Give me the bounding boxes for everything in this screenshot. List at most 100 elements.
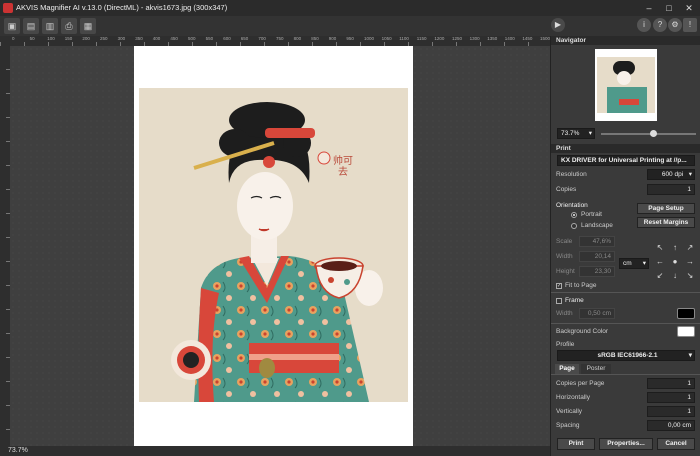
align-top-right-icon[interactable]: ↗: [685, 243, 695, 253]
background-color-label: Background Color: [556, 328, 609, 335]
ruler-tick-label: 850: [311, 36, 319, 41]
settings-panel: Navigator 73.7% ▾ Print KX DRIVER for Un…: [550, 36, 700, 456]
align-bottom-right-icon[interactable]: ↘: [685, 271, 695, 281]
ruler-tick-label: 550: [205, 36, 214, 41]
chevron-down-icon: ▾: [688, 352, 692, 359]
width-field[interactable]: 20,14: [579, 251, 615, 262]
fit-to-page-label: Fit to Page: [565, 282, 597, 289]
spacing-field[interactable]: 0,00 cm: [647, 420, 695, 431]
zoom-select[interactable]: 73.7% ▾: [557, 128, 595, 139]
ruler-tick-label: 1400: [504, 36, 515, 41]
align-left-icon[interactable]: ←: [655, 257, 665, 267]
ruler-tick-label: 1450: [522, 36, 533, 41]
properties-button[interactable]: Properties...: [599, 438, 653, 450]
toolbar: ▣ ▤ ▥ ⎙ ▦ ▶ i ? ⚙ !: [0, 16, 700, 36]
ruler-tick-label: 1200: [434, 36, 445, 41]
copies-field[interactable]: 1: [647, 184, 695, 195]
reset-margins-button[interactable]: Reset Margins: [637, 217, 695, 228]
horizontally-field[interactable]: 1: [647, 392, 695, 403]
profile-select-value: sRGB IEC61966-2.1: [597, 352, 658, 359]
horizontal-ruler: 0 50 100 150 200 250 300 350 400 450 500 550 600 650 7…: [0, 36, 550, 46]
align-bottom-icon[interactable]: ↓: [670, 271, 680, 281]
align-center-icon[interactable]: ●: [670, 257, 680, 267]
tab-page[interactable]: Page: [555, 364, 579, 374]
run-icon[interactable]: ▶: [551, 18, 565, 32]
profile-label: Profile: [556, 341, 575, 348]
ruler-tick-label: 1000: [364, 36, 375, 41]
resolution-select-value: 600 dpi: [661, 171, 684, 178]
ruler-tick-label: 0: [12, 36, 15, 41]
save-icon[interactable]: ▤: [23, 18, 39, 34]
copies-per-page-field[interactable]: 1: [647, 378, 695, 389]
ruler-tick-label: 750: [276, 36, 284, 41]
unit-select[interactable]: cm ▾: [619, 258, 649, 269]
zoom-slider-thumb[interactable]: [650, 130, 658, 137]
settings-icon[interactable]: ⚙: [668, 18, 682, 32]
scale-label: Scale: [556, 238, 573, 245]
ruler-tick-label: 1100: [399, 36, 409, 41]
ruler-tick-label: 350: [135, 36, 143, 41]
frame-color-swatch[interactable]: [677, 308, 695, 319]
ruler-tick-label: 950: [346, 36, 354, 41]
vertical-ruler: [0, 46, 10, 446]
open-image-icon[interactable]: ▣: [4, 18, 20, 34]
print-page-preview: 帅可去: [134, 46, 413, 446]
portrait-radio[interactable]: [571, 212, 577, 218]
resolution-select[interactable]: 600 dpi ▾: [647, 169, 695, 180]
ruler-tick-label: 900: [328, 36, 337, 41]
close-button[interactable]: ✕: [682, 2, 696, 14]
print-header: Print: [551, 144, 700, 153]
minimize-button[interactable]: –: [642, 2, 656, 14]
ruler-tick-label: 600: [223, 36, 231, 41]
align-bottom-left-icon[interactable]: ↙: [655, 271, 665, 281]
chevron-down-icon: ▾: [688, 171, 692, 178]
page-setup-button[interactable]: Page Setup: [637, 203, 695, 214]
vertically-field[interactable]: 1: [647, 406, 695, 417]
landscape-radio[interactable]: [571, 223, 577, 229]
cancel-button[interactable]: Cancel: [657, 438, 695, 450]
window-title: AKVIS Magnifier AI v.13.0 (DirectML) - a…: [16, 3, 228, 12]
help-icon[interactable]: ?: [653, 18, 667, 32]
vertically-label: Vertically: [556, 408, 583, 415]
print-button[interactable]: Print: [557, 438, 595, 450]
spacing-label: Spacing: [556, 422, 580, 429]
feedback-icon[interactable]: !: [683, 18, 697, 32]
align-right-icon[interactable]: →: [685, 257, 695, 267]
divider: [551, 292, 700, 293]
height-field[interactable]: 23,30: [579, 266, 615, 277]
batch-icon[interactable]: ▦: [80, 18, 96, 34]
printer-select[interactable]: KX DRIVER for Universal Printing at //p.…: [557, 155, 695, 166]
ruler-tick-label: 300: [117, 36, 126, 41]
orientation-label: Orientation: [556, 202, 588, 209]
zoom-select-value: 73.7%: [561, 130, 580, 137]
ruler-tick-label: 1350: [487, 36, 498, 41]
navigator-panel[interactable]: [551, 45, 700, 125]
landscape-label: Landscape: [581, 222, 613, 229]
export-icon[interactable]: ▥: [42, 18, 58, 34]
frame-label: Frame: [565, 297, 584, 304]
scale-field[interactable]: 47,6%: [579, 236, 615, 247]
fit-to-page-checkbox[interactable]: ✓: [556, 283, 562, 289]
background-color-swatch[interactable]: [677, 326, 695, 337]
ruler-tick-label: 1300: [469, 36, 480, 41]
height-label: Height: [556, 268, 575, 275]
frame-width-label: Width: [556, 310, 573, 317]
maximize-button[interactable]: □: [662, 2, 676, 14]
copies-per-page-label: Copies per Page: [556, 380, 605, 387]
ruler-tick-label: 700: [258, 36, 266, 41]
zoom-slider[interactable]: [601, 133, 696, 135]
copies-label: Copies: [556, 186, 577, 193]
tab-poster[interactable]: Poster: [581, 364, 611, 374]
frame-checkbox[interactable]: [556, 298, 562, 304]
portrait-label: Portrait: [581, 211, 602, 218]
align-top-icon[interactable]: ↑: [670, 243, 680, 253]
info-icon[interactable]: i: [637, 18, 651, 32]
ruler-tick-label: 250: [100, 36, 108, 41]
align-top-left-icon[interactable]: ↖: [655, 243, 665, 253]
navigator-thumbnail[interactable]: [595, 49, 657, 121]
profile-select[interactable]: sRGB IEC61966-2.1 ▾: [557, 350, 695, 361]
chevron-down-icon: ▾: [588, 130, 592, 137]
frame-width-field[interactable]: 0,50 cm: [579, 308, 615, 319]
print-icon[interactable]: ⎙: [61, 18, 77, 34]
ruler-tick-label: 450: [170, 36, 178, 41]
